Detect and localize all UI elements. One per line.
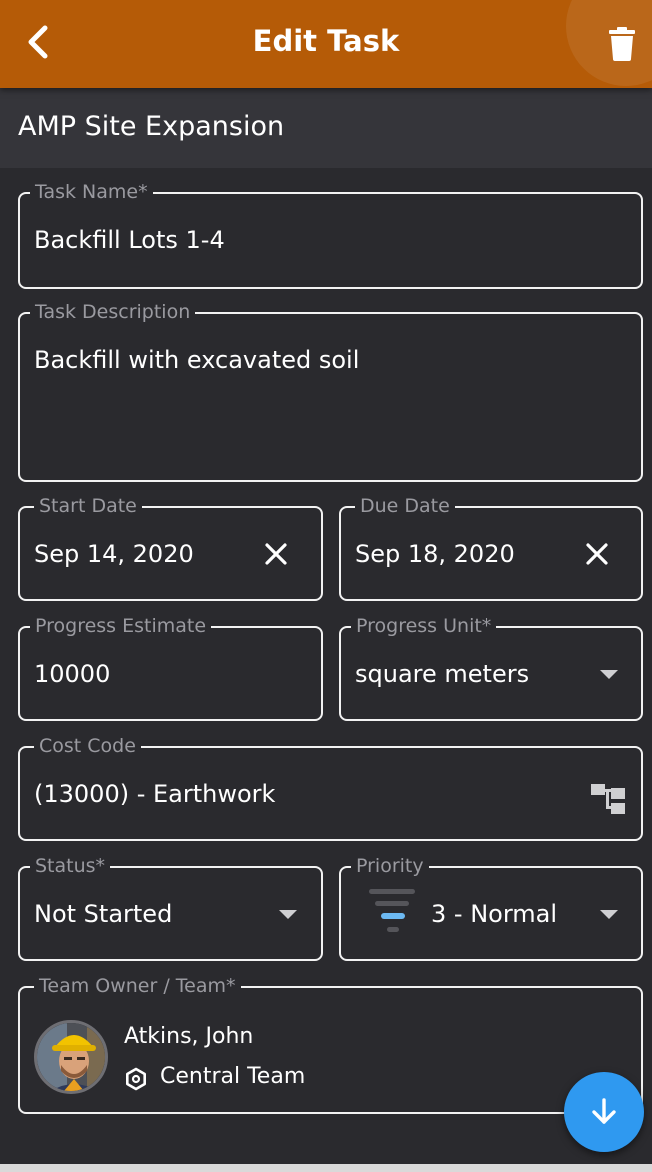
bottom-edge: [0, 1164, 652, 1172]
arrow-down-icon: [592, 1098, 616, 1124]
chevron-down-icon: [279, 910, 297, 919]
start-date-value: Sep 14, 2020: [34, 540, 194, 568]
progress-estimate-label: Progress Estimate: [30, 614, 212, 638]
close-icon: [586, 543, 608, 565]
chevron-down-icon: [600, 910, 618, 919]
progress-unit-select[interactable]: Progress Unit* square meters: [339, 614, 643, 721]
team-owner-field[interactable]: Team Owner / Team* Atkins, John Central …: [18, 974, 643, 1114]
priority-value: 3 - Normal: [431, 900, 558, 928]
priority-select[interactable]: Priority 3 - Normal: [339, 854, 643, 961]
start-date-field[interactable]: Start Date Sep 14, 2020: [18, 494, 323, 601]
trash-icon: [609, 27, 635, 61]
task-description-value: Backfill with excavated soil: [34, 346, 360, 374]
project-name: AMP Site Expansion: [18, 111, 285, 142]
progress-estimate-field[interactable]: Progress Estimate 10000: [18, 614, 323, 721]
gear-icon: [125, 1067, 147, 1091]
page-title: Edit Task: [252, 24, 400, 58]
progress-unit-value: square meters: [355, 660, 530, 688]
team-owner-label: Team Owner / Team*: [34, 974, 241, 998]
avatar: [34, 1020, 108, 1094]
team-owner-name: Atkins, John: [124, 1024, 254, 1049]
priority-level-icon: [369, 889, 415, 932]
clear-start-date-button[interactable]: [260, 538, 292, 570]
clear-due-date-button[interactable]: [581, 538, 613, 570]
cost-code-field[interactable]: Cost Code (13000) - Earthwork: [18, 734, 643, 841]
priority-label: Priority: [351, 854, 429, 878]
hierarchy-icon: [591, 784, 625, 814]
close-icon: [265, 543, 287, 565]
task-description-label: Task Description: [30, 300, 196, 324]
due-date-field[interactable]: Due Date Sep 18, 2020: [339, 494, 643, 601]
task-name-label: Task Name*: [30, 180, 153, 204]
task-description-field[interactable]: Task Description Backfill with excavated…: [18, 300, 643, 482]
delete-button[interactable]: [600, 22, 644, 66]
status-label: Status*: [30, 854, 111, 878]
project-bar: AMP Site Expansion: [0, 88, 652, 168]
cost-code-picker-button[interactable]: [590, 782, 626, 816]
cost-code-value: (13000) - Earthwork: [34, 780, 276, 808]
status-select[interactable]: Status* Not Started: [18, 854, 323, 961]
progress-unit-label: Progress Unit*: [351, 614, 497, 638]
due-date-value: Sep 18, 2020: [355, 540, 515, 568]
progress-estimate-value: 10000: [34, 660, 111, 688]
chevron-down-icon: [600, 670, 618, 679]
scroll-down-button[interactable]: [564, 1072, 644, 1152]
task-name-value: Backfill Lots 1-4: [34, 226, 225, 254]
status-value: Not Started: [34, 900, 173, 928]
task-name-field[interactable]: Task Name* Backfill Lots 1-4: [18, 180, 643, 289]
due-date-label: Due Date: [355, 494, 455, 518]
start-date-label: Start Date: [34, 494, 142, 518]
cost-code-label: Cost Code: [34, 734, 141, 758]
app-bar: Edit Task: [0, 0, 652, 88]
team-name: Central Team: [160, 1064, 306, 1089]
